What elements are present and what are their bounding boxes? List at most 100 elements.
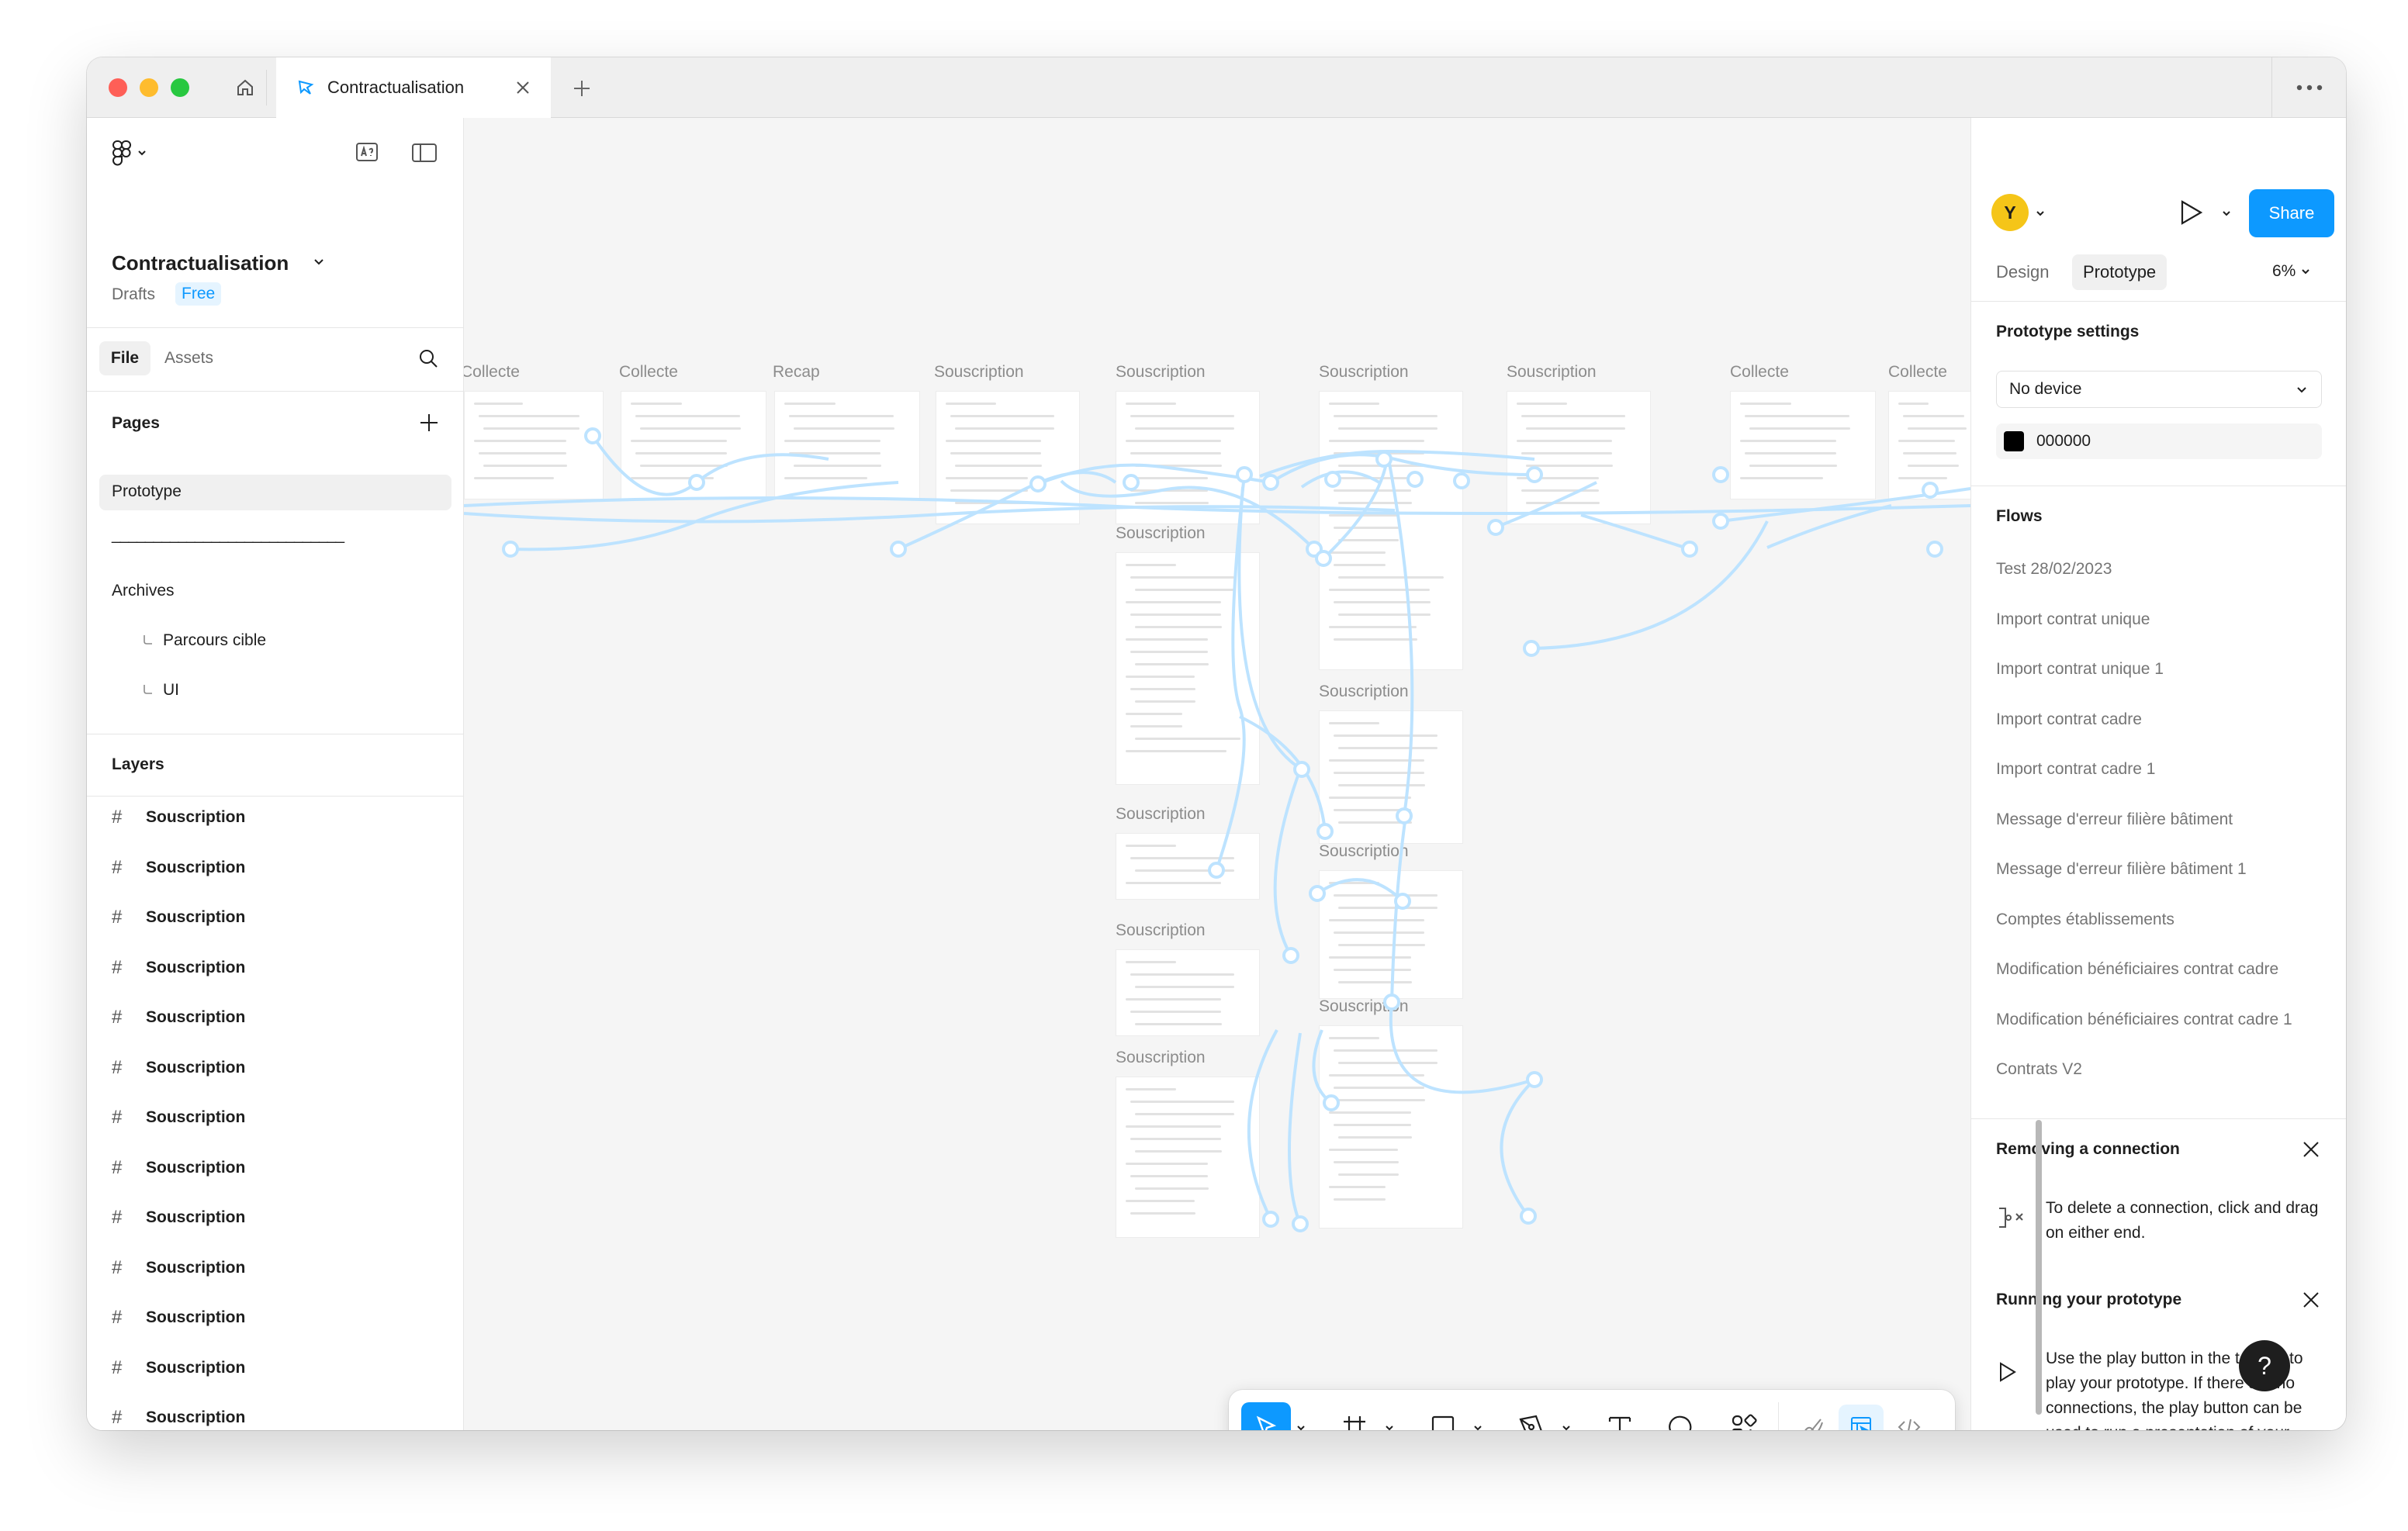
- ai-button[interactable]: [355, 141, 379, 167]
- connection-handle[interactable]: [1922, 482, 1939, 499]
- connection-handle[interactable]: [1029, 475, 1047, 492]
- connection-line[interactable]: [1288, 1032, 1302, 1225]
- more-options-button[interactable]: [2271, 57, 2346, 118]
- add-page-icon[interactable]: [417, 411, 441, 434]
- connection-handle[interactable]: [688, 474, 705, 491]
- connection-handle[interactable]: [1315, 550, 1332, 567]
- close-icon[interactable]: [2300, 1289, 2322, 1311]
- layer-item[interactable]: # Souscription: [112, 1202, 245, 1233]
- layer-item[interactable]: # Souscription: [112, 1052, 245, 1083]
- maximize-window-button[interactable]: [171, 78, 189, 97]
- avatar[interactable]: Y: [1991, 194, 2029, 231]
- connection-handle[interactable]: [1526, 1071, 1543, 1088]
- close-tab-icon[interactable]: [514, 78, 532, 97]
- connection-handle[interactable]: [1712, 513, 1729, 530]
- page-item-parcours-cible[interactable]: Parcours cible: [141, 631, 266, 650]
- layer-item[interactable]: # Souscription: [112, 1002, 245, 1033]
- flow-item[interactable]: Import contrat cadre 1: [1996, 760, 2155, 779]
- chevron-down-icon[interactable]: [1561, 1422, 1572, 1430]
- page-item-archives[interactable]: Archives: [112, 582, 175, 600]
- connection-handle[interactable]: [1396, 807, 1413, 824]
- connection-handle[interactable]: [1712, 466, 1729, 483]
- help-button[interactable]: ?: [2239, 1340, 2290, 1391]
- new-tab-button[interactable]: [566, 73, 597, 104]
- flow-item[interactable]: Message d'erreur filière bâtiment 1: [1996, 860, 2247, 879]
- layer-item[interactable]: # Souscription: [112, 952, 245, 983]
- minimize-window-button[interactable]: [140, 78, 158, 97]
- pen-tool-button[interactable]: [1507, 1402, 1556, 1430]
- layer-item[interactable]: # Souscription: [112, 852, 245, 883]
- connection-handle[interactable]: [1526, 466, 1543, 483]
- tab-contractualisation[interactable]: Contractualisation: [276, 57, 551, 118]
- chevron-down-icon[interactable]: [2221, 208, 2232, 219]
- layer-item[interactable]: # Souscription: [112, 1402, 245, 1430]
- search-icon[interactable]: [417, 347, 439, 369]
- present-button[interactable]: [2178, 199, 2204, 230]
- file-location[interactable]: Drafts: [112, 285, 155, 304]
- connection-handle[interactable]: [1487, 519, 1504, 536]
- connection-handle[interactable]: [1375, 451, 1393, 468]
- flow-item[interactable]: Modification bénéficiaires contrat cadre…: [1996, 1011, 2292, 1029]
- actions-tool-button[interactable]: [1719, 1402, 1769, 1430]
- vertical-scrollbar[interactable]: [2036, 1120, 2042, 1415]
- flow-item[interactable]: Test 28/02/2023: [1996, 560, 2112, 579]
- share-button[interactable]: Share: [2249, 189, 2334, 237]
- flow-item[interactable]: Contrats V2: [1996, 1060, 2082, 1079]
- connection-handle[interactable]: [1123, 474, 1140, 491]
- flow-item[interactable]: Modification bénéficiaires contrat cadre: [1996, 960, 2278, 979]
- connection-handle[interactable]: [1406, 471, 1424, 488]
- connection-line[interactable]: [1316, 878, 1404, 903]
- connection-handle[interactable]: [1309, 885, 1326, 902]
- connection-handle[interactable]: [1383, 994, 1400, 1011]
- layer-item[interactable]: # Souscription: [112, 1253, 245, 1284]
- connection-handle[interactable]: [1282, 947, 1299, 964]
- connection-line[interactable]: [1273, 769, 1302, 956]
- connection-handle[interactable]: [1262, 1211, 1279, 1228]
- flow-item[interactable]: Comptes établissements: [1996, 911, 2174, 929]
- chevron-down-icon[interactable]: [1296, 1422, 1306, 1430]
- flow-item[interactable]: Import contrat unique 1: [1996, 660, 2164, 679]
- layer-item[interactable]: # Souscription: [112, 902, 245, 933]
- design-prototype-mode-button[interactable]: [1839, 1405, 1884, 1430]
- frame-tool-button[interactable]: [1330, 1402, 1379, 1430]
- flow-item[interactable]: Import contrat unique: [1996, 610, 2150, 629]
- flow-item[interactable]: Message d'erreur filière bâtiment: [1996, 810, 2233, 829]
- connection-handle[interactable]: [890, 541, 907, 558]
- connection-handle[interactable]: [1208, 862, 1225, 879]
- connection-line[interactable]: [464, 505, 1396, 524]
- connection-line[interactable]: [510, 481, 899, 551]
- connection-line[interactable]: [1312, 1029, 1333, 1104]
- device-select[interactable]: No device: [1996, 371, 2322, 408]
- text-tool-button[interactable]: [1595, 1402, 1645, 1430]
- draw-mode-button[interactable]: [1790, 1405, 1835, 1430]
- connection-handle[interactable]: [1236, 466, 1253, 483]
- connection-line[interactable]: [1060, 479, 1316, 551]
- connection-line[interactable]: [591, 434, 829, 496]
- toggle-sidebar-button[interactable]: [411, 143, 438, 167]
- shape-tool-button[interactable]: [1418, 1402, 1468, 1430]
- color-swatch[interactable]: [2004, 431, 2024, 451]
- comment-tool-button[interactable]: [1657, 1402, 1707, 1430]
- connection-handle[interactable]: [1324, 471, 1341, 488]
- close-window-button[interactable]: [109, 78, 127, 97]
- tab-assets[interactable]: Assets: [164, 341, 213, 375]
- connection-handle[interactable]: [1681, 541, 1698, 558]
- home-button[interactable]: [223, 70, 267, 105]
- connection-handle[interactable]: [1292, 1215, 1309, 1232]
- background-color-field[interactable]: 000000: [1996, 423, 2322, 459]
- layer-item[interactable]: # Souscription: [112, 1153, 245, 1184]
- connection-handle[interactable]: [1316, 823, 1334, 840]
- page-item-ui[interactable]: UI: [141, 681, 179, 700]
- connection-handle[interactable]: [1453, 472, 1470, 489]
- connection-line[interactable]: [1500, 1080, 1534, 1218]
- layer-item[interactable]: # Souscription: [112, 1353, 245, 1384]
- connection-handle[interactable]: [1293, 761, 1310, 778]
- color-hex[interactable]: 000000: [2036, 432, 2091, 451]
- connection-handle[interactable]: [584, 427, 601, 444]
- chevron-down-icon[interactable]: [1472, 1422, 1483, 1430]
- flow-item[interactable]: Import contrat cadre: [1996, 710, 2142, 729]
- page-item-prototype[interactable]: Prototype: [112, 482, 182, 501]
- tab-design[interactable]: Design: [1985, 254, 2060, 290]
- zoom-control[interactable]: 6%: [2272, 262, 2311, 281]
- connection-line[interactable]: [1580, 513, 1690, 551]
